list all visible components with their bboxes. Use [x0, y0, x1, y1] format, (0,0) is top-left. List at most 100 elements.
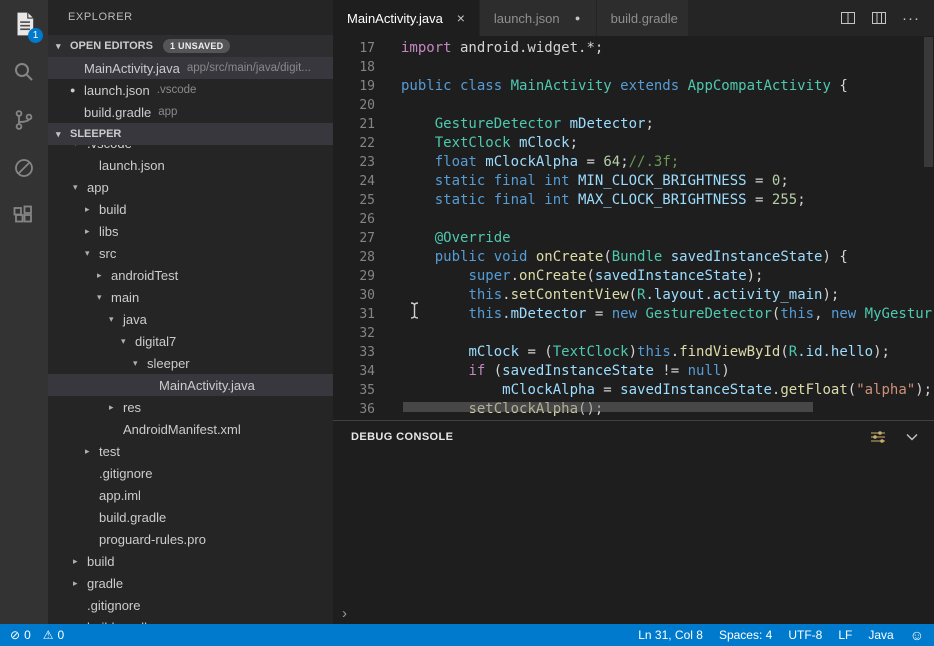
line-number[interactable]: 26	[333, 210, 375, 229]
activity-bar-debug-icon[interactable]	[0, 144, 48, 192]
code-line[interactable]: 33 mClock = (TextClock)this.findViewById…	[333, 343, 934, 362]
code-text: if (savedInstanceState != null)	[401, 362, 730, 381]
modified-dot-icon[interactable]: ●	[570, 13, 586, 23]
panel-tab-debug-console[interactable]: DEBUG CONSOLE	[351, 431, 453, 443]
tree-item[interactable]: MainActivity.java	[48, 374, 333, 396]
status-segment[interactable]: LF	[838, 628, 852, 642]
tree-item[interactable]: ▸build	[48, 550, 333, 572]
activity-bar-extensions-icon[interactable]	[0, 192, 48, 240]
code-line[interactable]: 31 this.mDetector = new GestureDetector(…	[333, 305, 934, 324]
status-segment[interactable]: Java	[868, 628, 893, 642]
filter-levels-icon[interactable]	[870, 429, 886, 445]
more-actions-icon[interactable]: ···	[902, 10, 920, 27]
line-number[interactable]: 21	[333, 115, 375, 134]
line-number[interactable]: 34	[333, 362, 375, 381]
code-line[interactable]: 29 super.onCreate(savedInstanceState);	[333, 267, 934, 286]
editor-tab[interactable]: build.gradle	[597, 0, 689, 36]
line-number[interactable]: 35	[333, 381, 375, 400]
code-line[interactable]: 18	[333, 58, 934, 77]
chevron-down-icon: ▾	[97, 292, 111, 303]
line-number[interactable]: 23	[333, 153, 375, 172]
status-errors[interactable]: ⊘0	[10, 628, 31, 642]
tree-item[interactable]: ▾app	[48, 176, 333, 198]
close-icon[interactable]: ×	[453, 10, 469, 26]
code-line[interactable]: 21 GestureDetector mDetector;	[333, 115, 934, 134]
activity-bar-search-icon[interactable]	[0, 48, 48, 96]
line-number[interactable]: 32	[333, 324, 375, 343]
line-number[interactable]: 36	[333, 400, 375, 419]
tree-item[interactable]: ▾java	[48, 308, 333, 330]
open-editor-item[interactable]: ●launch.json.vscode	[48, 79, 333, 101]
tree-item[interactable]: ▸libs	[48, 220, 333, 242]
line-number[interactable]: 30	[333, 286, 375, 305]
console-output[interactable]	[333, 449, 934, 602]
vertical-scrollbar[interactable]	[924, 37, 933, 167]
code-line[interactable]: 32	[333, 324, 934, 343]
tree-item[interactable]: ▾.vscode	[48, 145, 333, 154]
editor-layout-icon[interactable]	[871, 10, 887, 26]
feedback-smiley-icon[interactable]: ☺	[910, 627, 924, 643]
tree-item[interactable]: ▸build	[48, 198, 333, 220]
status-segment[interactable]: UTF-8	[788, 628, 822, 642]
tree-item[interactable]: ▸gradle	[48, 572, 333, 594]
line-number[interactable]: 22	[333, 134, 375, 153]
collapse-panel-icon[interactable]	[904, 429, 920, 445]
open-editors-label: OPEN EDITORS	[70, 40, 153, 52]
code-line[interactable]: 19public class MainActivity extends AppC…	[333, 77, 934, 96]
code-line[interactable]: 25 static final int MAX_CLOCK_BRIGHTNESS…	[333, 191, 934, 210]
project-section-header[interactable]: ▾ SLEEPER	[48, 123, 333, 145]
open-editor-item[interactable]: MainActivity.javaapp/src/main/java/digit…	[48, 57, 333, 79]
line-number[interactable]: 31	[333, 305, 375, 324]
open-editors-header[interactable]: ▾ OPEN EDITORS 1 UNSAVED	[48, 35, 333, 57]
code-line[interactable]: 17import android.widget.*;	[333, 39, 934, 58]
tree-item[interactable]: ▾src	[48, 242, 333, 264]
tree-item[interactable]: ▾main	[48, 286, 333, 308]
status-segment[interactable]: Ln 31, Col 8	[638, 628, 703, 642]
status-segment[interactable]: Spaces: 4	[719, 628, 772, 642]
code-line[interactable]: 34 if (savedInstanceState != null)	[333, 362, 934, 381]
line-number[interactable]: 25	[333, 191, 375, 210]
editor-tab[interactable]: MainActivity.java×	[333, 0, 480, 36]
line-number[interactable]: 29	[333, 267, 375, 286]
tree-item[interactable]: launch.json	[48, 154, 333, 176]
tree-item[interactable]: ▸androidTest	[48, 264, 333, 286]
line-number[interactable]: 24	[333, 172, 375, 191]
code-line[interactable]: 26	[333, 210, 934, 229]
tree-item[interactable]: .gitignore	[48, 462, 333, 484]
line-number[interactable]: 20	[333, 96, 375, 115]
activity-bar-explorer-icon[interactable]: 1	[0, 0, 48, 48]
code-line[interactable]: 28 public void onCreate(Bundle savedInst…	[333, 248, 934, 267]
code-line[interactable]: 20	[333, 96, 934, 115]
tree-item-label: test	[99, 444, 120, 459]
tree-item[interactable]: ▾sleeper	[48, 352, 333, 374]
code-line[interactable]: 30 this.setContentView(R.layout.activity…	[333, 286, 934, 305]
tree-item[interactable]: .gitignore	[48, 594, 333, 616]
line-number[interactable]: 18	[333, 58, 375, 77]
console-input[interactable]: ›	[333, 602, 934, 624]
line-number[interactable]: 28	[333, 248, 375, 267]
code-line[interactable]: 22 TextClock mClock;	[333, 134, 934, 153]
line-number[interactable]: 17	[333, 39, 375, 58]
tree-item[interactable]: ▸test	[48, 440, 333, 462]
code-line[interactable]: 35 mClockAlpha = savedInstanceState.getF…	[333, 381, 934, 400]
code-line[interactable]: 23 float mClockAlpha = 64;//.3f;	[333, 153, 934, 172]
line-number[interactable]: 27	[333, 229, 375, 248]
tree-item[interactable]: app.iml	[48, 484, 333, 506]
code-editor[interactable]: 17import android.widget.*;1819public cla…	[333, 36, 934, 420]
code-line[interactable]: 27 @Override	[333, 229, 934, 248]
horizontal-scrollbar[interactable]	[403, 402, 813, 412]
tree-item[interactable]: build.gradle	[48, 616, 333, 624]
code-line[interactable]: 24 static final int MIN_CLOCK_BRIGHTNESS…	[333, 172, 934, 191]
line-number[interactable]: 19	[333, 77, 375, 96]
status-warnings[interactable]: ⚠0	[43, 628, 64, 642]
split-editor-icon[interactable]	[840, 10, 856, 26]
line-number[interactable]: 33	[333, 343, 375, 362]
tree-item[interactable]: proguard-rules.pro	[48, 528, 333, 550]
tree-item[interactable]: AndroidManifest.xml	[48, 418, 333, 440]
editor-tab[interactable]: launch.json●	[480, 0, 597, 36]
tree-item[interactable]: build.gradle	[48, 506, 333, 528]
tree-item[interactable]: ▸res	[48, 396, 333, 418]
activity-bar-source-control-icon[interactable]	[0, 96, 48, 144]
open-editor-item[interactable]: build.gradleapp	[48, 101, 333, 123]
tree-item[interactable]: ▾digital7	[48, 330, 333, 352]
